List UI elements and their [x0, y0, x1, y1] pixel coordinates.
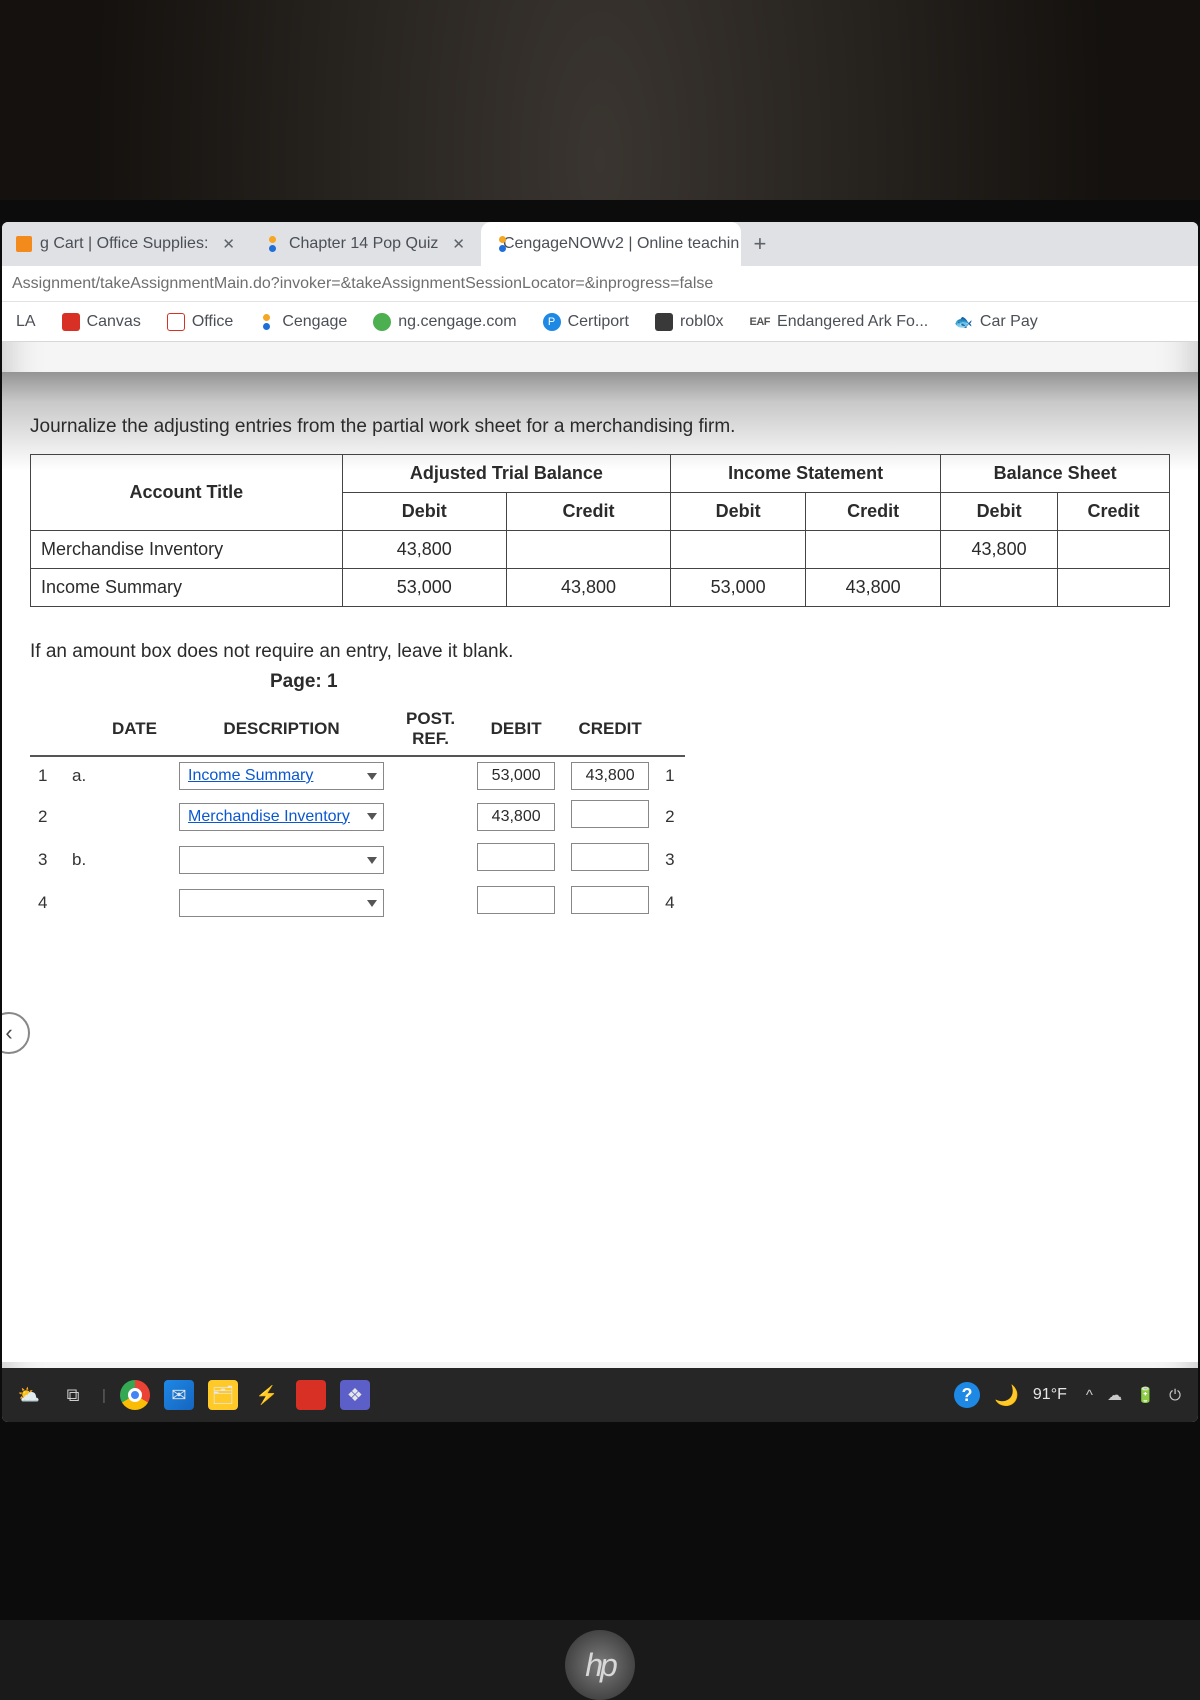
- bookmarks-bar: LA Canvas Office Cengage ng.cengage.com …: [2, 302, 1198, 342]
- col-is: Income Statement: [671, 455, 941, 493]
- browser-tab-active[interactable]: CengageNOWv2 | Online teachin ✕: [481, 222, 741, 266]
- bookmark-ng[interactable]: ng.cengage.com: [373, 313, 516, 331]
- bookmark-office[interactable]: Office: [167, 313, 234, 331]
- new-tab-button[interactable]: +: [743, 231, 777, 257]
- col-date: DATE: [98, 703, 171, 756]
- chevron-left-icon: ‹: [5, 1020, 12, 1046]
- bookmark-roblox[interactable]: robl0x: [655, 313, 724, 331]
- debit-input[interactable]: [477, 843, 555, 871]
- url-text: Assignment/takeAssignmentMain.do?invoker…: [12, 275, 713, 293]
- journal-table: DATE DESCRIPTION POST. REF. DEBIT CREDIT…: [30, 703, 685, 924]
- credit-input[interactable]: [571, 800, 649, 828]
- battery-icon[interactable]: 🔋: [1136, 1387, 1155, 1404]
- table-row: Merchandise Inventory 43,800 43,800: [31, 531, 1170, 569]
- chevron-up-icon[interactable]: ^: [1086, 1387, 1093, 1404]
- screen: g Cart | Office Supplies: ✕ Chapter 14 P…: [2, 222, 1198, 1422]
- page-content: Journalize the adjusting entries from th…: [2, 372, 1198, 1362]
- tab-title: CengageNOWv2 | Online teachin: [503, 235, 739, 253]
- col-atb: Adjusted Trial Balance: [342, 455, 670, 493]
- moon-icon: 🌙: [994, 1383, 1019, 1408]
- description-select[interactable]: [179, 846, 384, 874]
- description-select[interactable]: Income Summary: [179, 762, 384, 790]
- eaf-icon: EAF: [750, 316, 771, 328]
- credit-input[interactable]: 43,800: [571, 762, 649, 790]
- debit-input[interactable]: 53,000: [477, 762, 555, 790]
- task-view-icon[interactable]: ⧉: [58, 1380, 88, 1410]
- credit-input[interactable]: [571, 886, 649, 914]
- windows-taskbar: ⛅ ⧉ | ✉ 🗂 ⚡ ❖ ? 🌙 91°F ^ ☁ 🔋 ⏻: [2, 1368, 1198, 1422]
- teams-icon[interactable]: ❖: [340, 1380, 370, 1410]
- temperature-text[interactable]: 91°F: [1033, 1386, 1067, 1404]
- col-desc: DESCRIPTION: [171, 703, 392, 756]
- col-bs: Balance Sheet: [941, 455, 1170, 493]
- cloud-icon[interactable]: ☁: [1107, 1387, 1122, 1404]
- journal-row: 2 Merchandise Inventory 43,800 2: [30, 795, 685, 838]
- col-credit: CREDIT: [563, 703, 657, 756]
- debit-input[interactable]: [477, 886, 555, 914]
- canvas-icon: [62, 313, 80, 331]
- laptop-frame: g Cart | Office Supplies: ✕ Chapter 14 P…: [0, 200, 1200, 1620]
- table-row: Income Summary 53,000 43,800 53,000 43,8…: [31, 569, 1170, 607]
- tab-title: g Cart | Office Supplies:: [40, 235, 208, 253]
- bookmark-certiport[interactable]: PCertiport: [543, 313, 629, 331]
- address-bar[interactable]: Assignment/takeAssignmentMain.do?invoker…: [2, 266, 1198, 302]
- bookmark-la[interactable]: LA: [16, 313, 36, 331]
- chevron-down-icon: [367, 900, 377, 907]
- journal-row: 4 4: [30, 881, 685, 924]
- certiport-icon: P: [543, 313, 561, 331]
- close-tab-icon[interactable]: ✕: [216, 235, 235, 253]
- roblox-icon: [655, 313, 673, 331]
- chrome-icon[interactable]: [120, 1380, 150, 1410]
- tab-title: Chapter 14 Pop Quiz: [289, 235, 438, 253]
- bookmark-cengage[interactable]: Cengage: [259, 313, 347, 331]
- chevron-down-icon: [367, 813, 377, 820]
- bookmark-canvas[interactable]: Canvas: [62, 313, 141, 331]
- col-postref: POST. REF.: [392, 703, 469, 756]
- cengage-icon: [259, 314, 275, 330]
- bolt-icon[interactable]: ⚡: [252, 1380, 282, 1410]
- bookmark-carpay[interactable]: 🐟Car Pay: [954, 313, 1037, 331]
- page-number: Page: 1: [270, 671, 1170, 693]
- browser-tab-strip: g Cart | Office Supplies: ✕ Chapter 14 P…: [2, 222, 1198, 266]
- favicon-icon: [16, 236, 32, 252]
- journal-row: 3 b. 3: [30, 838, 685, 881]
- prev-page-button[interactable]: ‹: [2, 1012, 30, 1054]
- wifi-icon[interactable]: ⏻: [1169, 1387, 1181, 1404]
- worksheet-table: Account Title Adjusted Trial Balance Inc…: [30, 454, 1170, 607]
- system-tray[interactable]: ^ ☁ 🔋 ⏻: [1081, 1386, 1186, 1404]
- chevron-down-icon: [367, 773, 377, 780]
- weather-icon[interactable]: ⛅: [14, 1380, 44, 1410]
- mail-icon[interactable]: ✉: [164, 1380, 194, 1410]
- office-icon: [167, 313, 185, 331]
- description-select[interactable]: [179, 889, 384, 917]
- office-app-icon[interactable]: [296, 1380, 326, 1410]
- bookmark-eaf[interactable]: EAFEndangered Ark Fo...: [750, 313, 929, 331]
- browser-tab[interactable]: g Cart | Office Supplies: ✕: [2, 222, 249, 266]
- description-select[interactable]: Merchandise Inventory: [179, 803, 384, 831]
- debit-input[interactable]: 43,800: [477, 803, 555, 831]
- close-tab-icon[interactable]: ✕: [446, 235, 465, 253]
- col-account: Account Title: [31, 455, 343, 531]
- file-explorer-icon[interactable]: 🗂: [208, 1380, 238, 1410]
- journal-row: 1 a. Income Summary 53,000 43,800 1: [30, 756, 685, 795]
- globe-icon: [373, 313, 391, 331]
- chevron-down-icon: [367, 857, 377, 864]
- credit-input[interactable]: [571, 843, 649, 871]
- favicon-icon: [265, 236, 281, 252]
- help-icon[interactable]: ?: [954, 1382, 980, 1408]
- hp-logo-icon: hp: [565, 1630, 635, 1700]
- instruction-text: Journalize the adjusting entries from th…: [30, 416, 1170, 438]
- note-text: If an amount box does not require an ent…: [30, 641, 1170, 663]
- car-icon: 🐟: [954, 313, 973, 331]
- col-debit: DEBIT: [469, 703, 563, 756]
- browser-tab[interactable]: Chapter 14 Pop Quiz ✕: [251, 222, 479, 266]
